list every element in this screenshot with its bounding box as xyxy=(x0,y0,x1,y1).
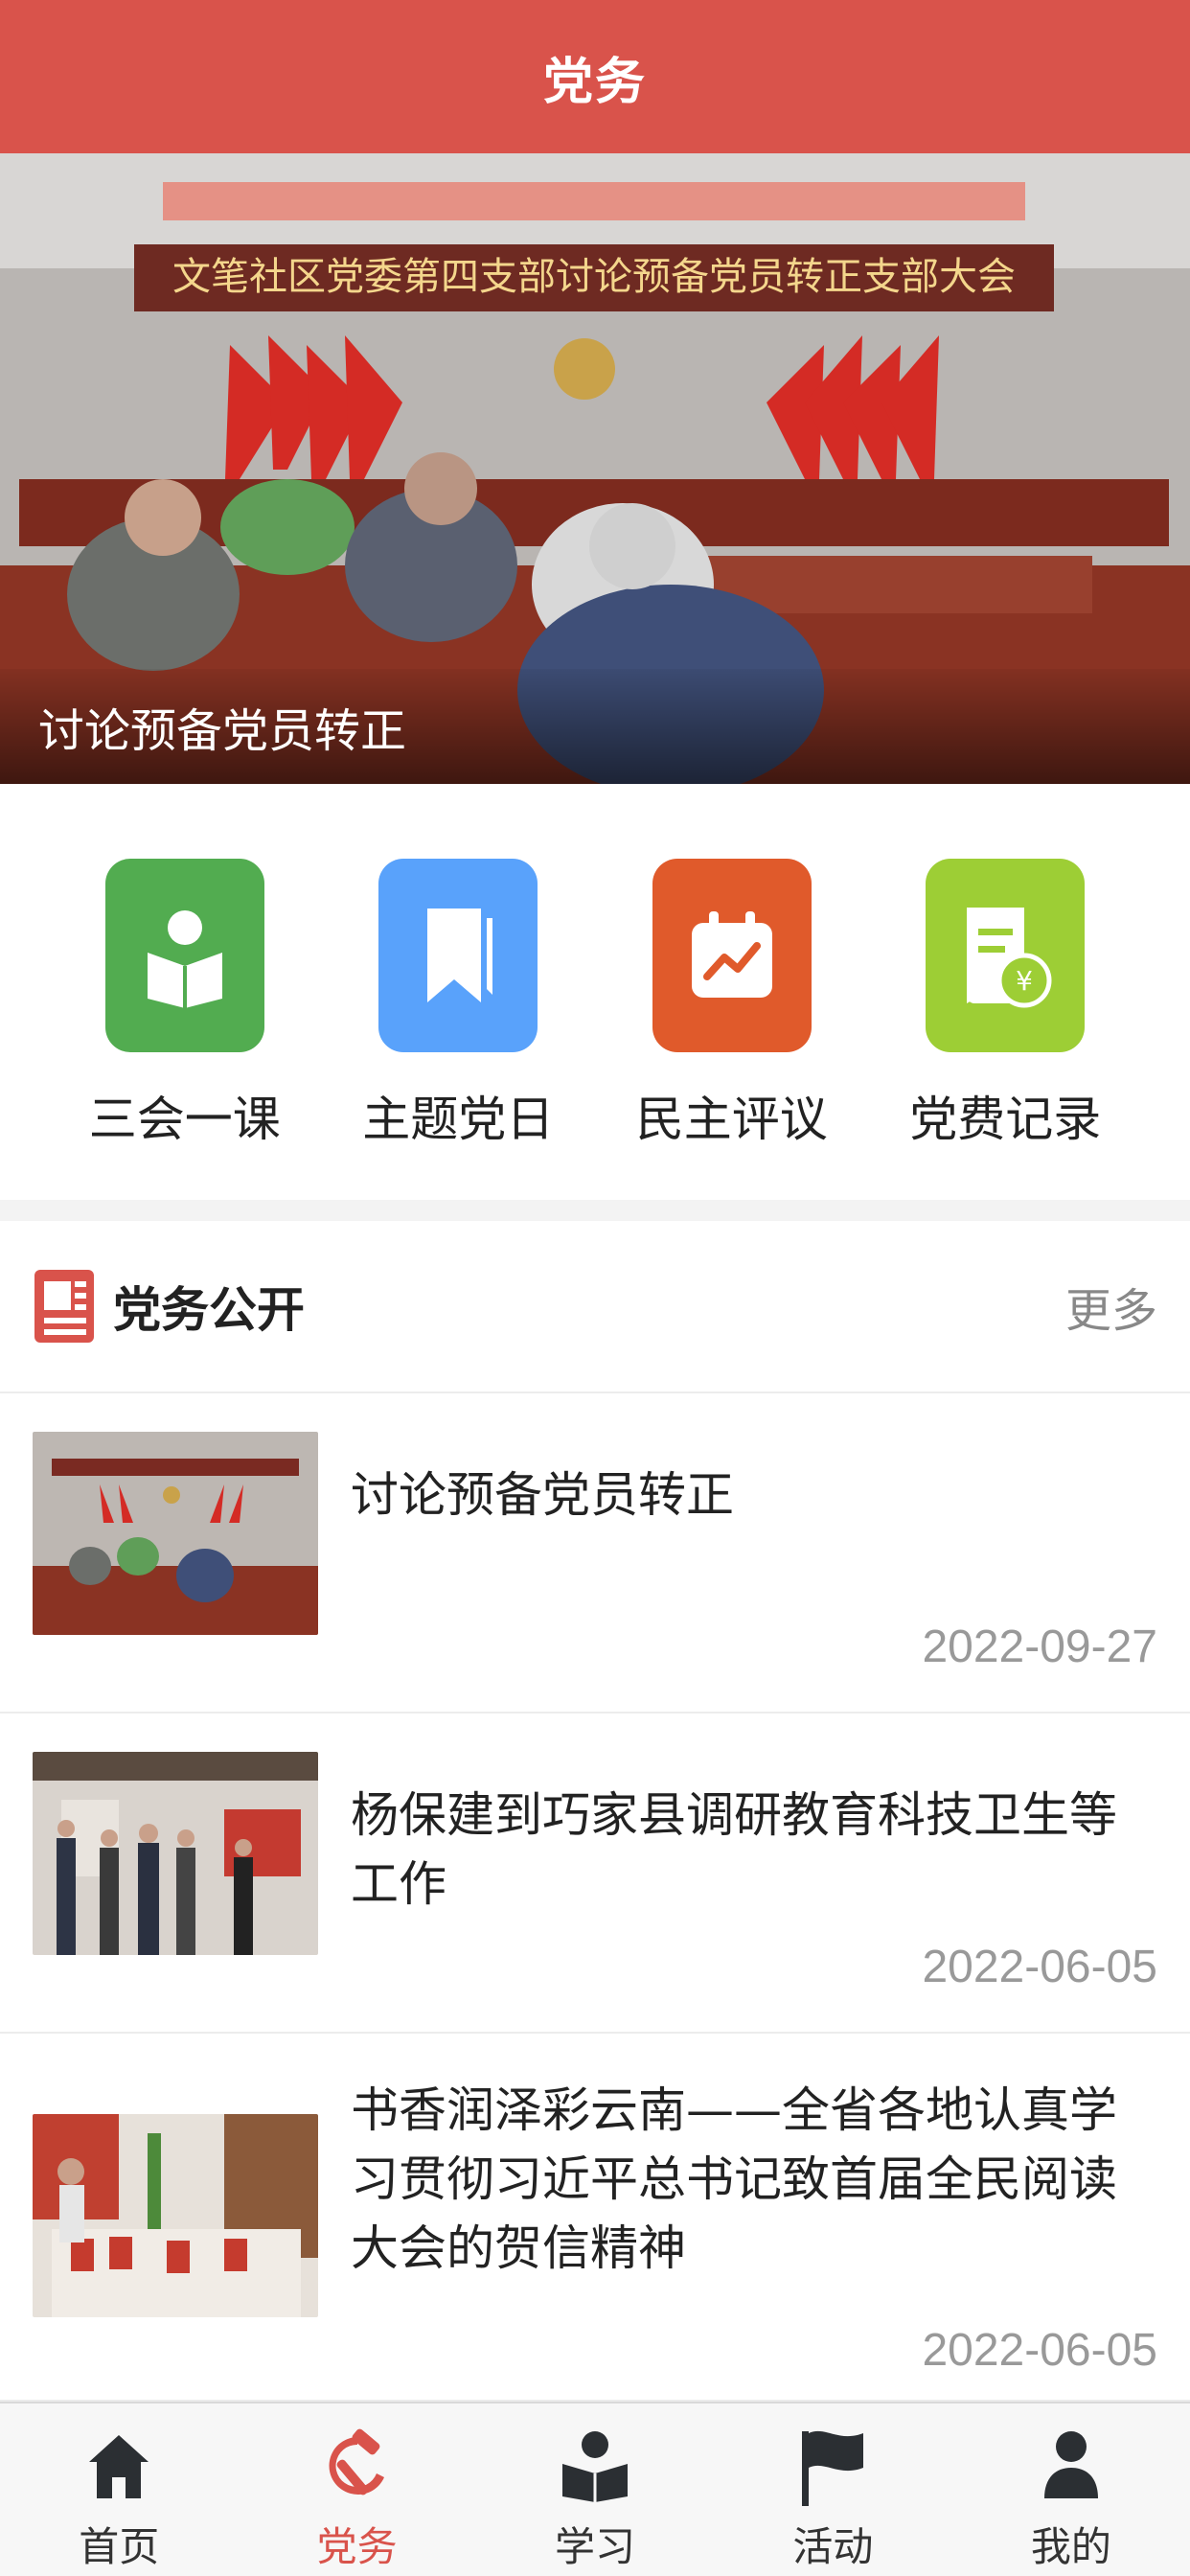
quick-entry-theme-day[interactable]: 主题党日 xyxy=(353,859,563,1200)
reading-person-icon xyxy=(104,859,264,1052)
newspaper-icon xyxy=(34,1270,94,1343)
home-icon xyxy=(78,2425,160,2507)
quick-entry-democratic-review[interactable]: 民主评议 xyxy=(627,859,837,1200)
receipt-yen-icon: ¥ xyxy=(926,859,1086,1052)
tab-study[interactable]: 学习 xyxy=(476,2404,714,2576)
tab-mine[interactable]: 我的 xyxy=(952,2404,1190,2576)
study-icon xyxy=(554,2425,636,2507)
quick-entry-grid: 三会一课 主题党日 民主评议 ¥ 党费记录 xyxy=(0,784,1190,1200)
news-item[interactable]: 讨论预备党员转正 2022-09-27 xyxy=(0,1393,1190,1714)
news-thumbnail xyxy=(33,1752,318,1955)
news-title: 杨保建到巧家县调研教育科技卫生等工作 xyxy=(351,1787,1117,1912)
page-title: 党务 xyxy=(542,53,647,111)
quick-entry-label: 主题党日 xyxy=(362,1092,555,1147)
party-affairs-public-header: 党务公开 更多 xyxy=(0,1221,1190,1393)
more-link[interactable]: 更多 xyxy=(1065,1273,1157,1340)
news-thumbnail xyxy=(33,1432,318,1635)
news-thumbnail xyxy=(33,2114,318,2317)
quick-entry-label: 民主评议 xyxy=(635,1092,828,1147)
quick-entry-label: 党费记录 xyxy=(909,1092,1102,1147)
tab-label: 学习 xyxy=(555,2523,636,2570)
news-date: 2022-06-05 xyxy=(922,2325,1157,2376)
news-title: 书香润泽彩云南——全省各地认真学习贯彻习近平总书记致首届全民阅读大会的贺信精神 xyxy=(351,2082,1117,2276)
flag-icon xyxy=(791,2425,874,2507)
tab-label: 我的 xyxy=(1030,2523,1111,2570)
tab-home[interactable]: 首页 xyxy=(0,2404,238,2576)
banner-carousel[interactable]: 文笔社区党委第四支部讨论预备党员转正支部大会 讨论预备党员转正 xyxy=(0,153,1190,784)
news-item[interactable]: 杨保建到巧家县调研教育科技卫生等工作 2022-06-05 xyxy=(0,1714,1190,2034)
banner-caption: 讨论预备党员转正 xyxy=(0,669,1190,784)
tab-activity[interactable]: 活动 xyxy=(714,2404,951,2576)
banner-caption-text: 讨论预备党员转正 xyxy=(38,704,407,758)
tab-label: 党务 xyxy=(316,2523,398,2570)
news-date: 2022-06-05 xyxy=(922,1942,1157,1992)
news-title: 讨论预备党员转正 xyxy=(351,1467,734,1523)
bookmark-icon xyxy=(378,859,538,1052)
tab-label: 首页 xyxy=(79,2523,160,2570)
news-date: 2022-09-27 xyxy=(922,1622,1157,1672)
quick-entry-label: 三会一课 xyxy=(88,1092,281,1147)
tab-party-affairs[interactable]: 党务 xyxy=(238,2404,475,2576)
news-item[interactable]: 书香润泽彩云南——全省各地认真学习贯彻习近平总书记致首届全民阅读大会的贺信精神 … xyxy=(0,2034,1190,2402)
svg-text:¥: ¥ xyxy=(1016,965,1033,997)
quick-entry-party-fee[interactable]: ¥ 党费记录 xyxy=(900,859,1110,1200)
section-separator xyxy=(0,1200,1190,1221)
tab-label: 活动 xyxy=(792,2523,874,2570)
app-header: 党务 xyxy=(0,0,1190,153)
banner-photo-text: 文笔社区党委第四支部讨论预备党员转正支部大会 xyxy=(172,255,1016,299)
calendar-chart-icon xyxy=(652,859,812,1052)
bottom-tab-bar: 首页 党务 学习 活动 我的 xyxy=(0,2402,1190,2576)
party-emblem-icon xyxy=(316,2425,399,2507)
quick-entry-three-meetings[interactable]: 三会一课 xyxy=(80,859,290,1200)
section-title: 党务公开 xyxy=(113,1282,305,1338)
user-icon xyxy=(1030,2425,1112,2507)
news-list: 讨论预备党员转正 2022-09-27 杨保建到巧家县调研教育科技卫生等工作 2… xyxy=(0,1393,1190,2402)
